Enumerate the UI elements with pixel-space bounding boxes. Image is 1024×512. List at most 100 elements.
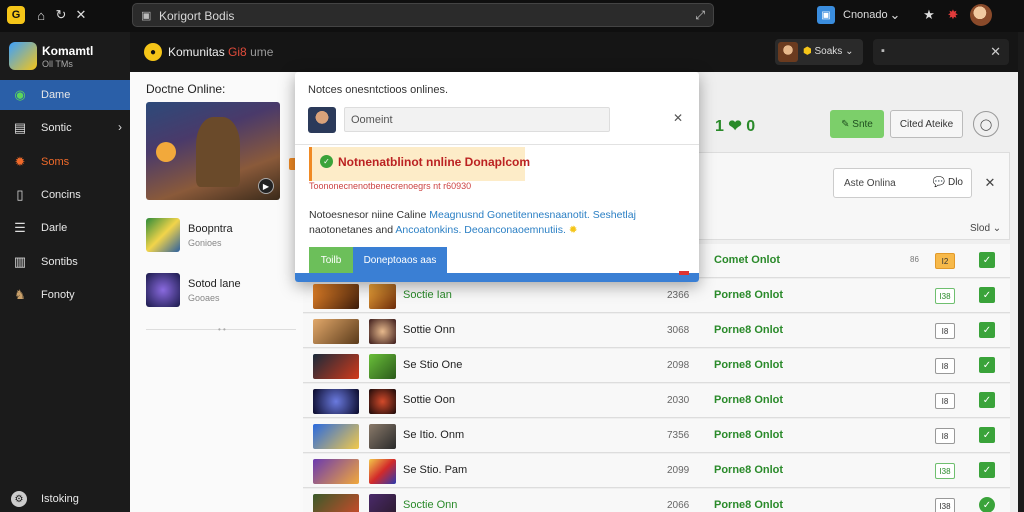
table-row[interactable]: Se Itio. Onm 7356 Porne8 Onlot I8 ✓	[303, 419, 1010, 453]
row-thumbnail	[313, 284, 359, 309]
featured-game-image[interactable]: ▶	[146, 102, 280, 200]
row-status: Porne8 Onlot	[714, 394, 784, 406]
scrollbar[interactable]	[1018, 32, 1024, 512]
row-status: Porne8 Onlot	[714, 464, 784, 476]
header-search[interactable]: ▪ ✕	[873, 39, 1009, 65]
extension-label[interactable]: Cnonado	[843, 9, 888, 21]
row-name: Se Stio. Pam	[403, 464, 468, 476]
more-dots: • •	[218, 325, 226, 334]
hero-character	[196, 117, 240, 187]
hero-glow	[156, 142, 176, 162]
user-icon: ▪	[881, 45, 885, 57]
primary-action-button[interactable]: ✎ Snte	[830, 110, 884, 138]
divider	[295, 144, 699, 145]
close-icon[interactable]: ✕	[673, 111, 683, 125]
chevron-right-icon: ›	[118, 120, 122, 134]
checkbox-checked[interactable]: ✓	[979, 322, 995, 338]
score-display: 1 ❤ 0	[715, 118, 756, 135]
checkbox-checked[interactable]: ✓	[979, 252, 995, 268]
row-year: 2030	[667, 395, 690, 406]
left-panel: Doctne Online: ▶ Boopntra Gonioes Sotod …	[130, 72, 303, 512]
row-tag: I38	[935, 463, 955, 479]
checkbox-checked[interactable]: ✓	[979, 287, 995, 303]
star-icon[interactable]: ★	[920, 6, 938, 24]
row-thumbnail	[313, 459, 359, 484]
list-item-title: Sotod lane	[188, 278, 241, 290]
checkbox-checked[interactable]: ✓	[979, 357, 995, 373]
row-year: 7356	[667, 430, 690, 441]
list-icon: ☰	[14, 220, 26, 235]
sort-dropdown[interactable]: Slod ⌄	[970, 223, 1001, 234]
chevron-down-icon[interactable]: ⌄	[886, 6, 904, 24]
refresh-icon[interactable]: ↻	[52, 6, 70, 24]
row-icon	[369, 389, 396, 414]
table-row[interactable]: Se Stio One 2098 Porne8 Onlot I8 ✓	[303, 349, 1010, 383]
sidebar-item-dame[interactable]: ◉ Dame	[0, 80, 130, 110]
sidebar-item-darle[interactable]: ☰ Darle	[0, 213, 130, 243]
row-icon	[369, 284, 396, 309]
address-text: Korigort Bodis	[159, 9, 235, 23]
row-thumbnail	[313, 424, 359, 449]
address-bar[interactable]: ▣ Korigort Bodis ⤢	[132, 3, 714, 27]
game-thumbnail	[146, 273, 180, 307]
list-item[interactable]: Sotod lane Gooaes	[146, 273, 296, 309]
row-year: 2066	[667, 500, 690, 511]
community-logo-icon: ●	[144, 43, 162, 61]
extension-icon[interactable]: ▣	[817, 6, 835, 24]
alert-title: Notnenatblinot nnline Donaplcom	[338, 155, 530, 169]
user-avatar	[778, 42, 798, 62]
home-icon[interactable]: ⌂	[32, 6, 50, 24]
table-row[interactable]: Sottie Onn 3068 Porne8 Onlot I8 ✓	[303, 314, 1010, 348]
sidebar-item-label: Sontibs	[41, 256, 78, 268]
close-tab-icon[interactable]: ✕	[72, 6, 90, 24]
row-status: Porne8 Onlot	[714, 359, 784, 371]
expand-icon[interactable]: ⤢	[695, 8, 705, 23]
row-name: Sottie Oon	[403, 394, 455, 406]
secondary-action-button[interactable]: Cited Ateike	[890, 110, 963, 138]
row-status: Porne8 Onlot	[714, 289, 784, 301]
table-row[interactable]: Sottie Oon 2030 Porne8 Onlot I8 ✓	[303, 384, 1010, 418]
checkbox-checked[interactable]: ✓	[979, 427, 995, 443]
checkbox-checked[interactable]: ✓	[979, 497, 995, 512]
modal-input[interactable]	[344, 107, 610, 132]
puzzle-icon[interactable]: ✸	[944, 6, 962, 24]
sidebar-item-fonoty[interactable]: ♞ Fonoty	[0, 280, 130, 310]
play-icon[interactable]: ▶	[258, 178, 274, 194]
row-thumbnail	[313, 494, 359, 512]
sidebar-item-label: Darle	[41, 222, 68, 234]
filter-value: 💬 Dlo	[932, 177, 963, 188]
checkbox-checked[interactable]: ✓	[979, 462, 995, 478]
table-row[interactable]: Soctie Onn 2066 Porne8 Onlot I38 ✓	[303, 489, 1010, 512]
sidebar-item-label: Concins	[41, 189, 81, 201]
profile-avatar[interactable]	[970, 4, 992, 26]
sidebar-item-istoking[interactable]: ⚙ Istoking	[0, 484, 130, 512]
close-icon[interactable]: ✕	[990, 44, 1001, 60]
list-item-subtitle: Gooaes	[188, 293, 220, 303]
more-options-icon[interactable]: ◯	[973, 111, 999, 137]
sidebar-item-concins[interactable]: ▯ Concins	[0, 180, 130, 210]
table-row[interactable]: Se Stio. Pam 2099 Porne8 Onlot I38 ✓	[303, 454, 1010, 488]
splash-icon: ✹	[14, 154, 26, 169]
filter-select[interactable]: Aste Onlina 💬 Dlo	[833, 168, 972, 198]
sidebar-item-soms[interactable]: ✹ Soms	[0, 147, 130, 177]
row-name: Sottie Onn	[403, 324, 455, 336]
row-icon	[369, 424, 396, 449]
list-item[interactable]: Boopntra Gonioes	[146, 218, 296, 254]
sun-icon: ✹	[568, 224, 578, 236]
row-tag: I8	[935, 428, 955, 444]
user-label: ⬢ Soaks ⌄	[803, 46, 854, 57]
confirm-button[interactable]: Toilb	[309, 247, 353, 273]
table-row[interactable]: Soctie Ian 2366 Porne8 Onlot I38 ✓	[303, 279, 1010, 313]
character-icon: ♞	[14, 287, 26, 302]
monitor-icon: ▤	[13, 120, 27, 135]
app-logo-icon[interactable]: G	[7, 6, 25, 24]
user-menu[interactable]: ⬢ Soaks ⌄	[775, 39, 863, 65]
row-year: 2366	[667, 290, 690, 301]
row-status: Porne8 Onlot	[714, 324, 784, 336]
sidebar-item-sontibs[interactable]: ▥ Sontibs	[0, 247, 130, 277]
sidebar-item-sontic[interactable]: ▤ Sontic ›	[0, 113, 130, 143]
checkbox-checked[interactable]: ✓	[979, 392, 995, 408]
clear-filter-icon[interactable]: ✕	[977, 169, 1003, 197]
sidebar-item-label: Sontic	[41, 122, 72, 134]
details-button[interactable]: Doneptoaos aas	[353, 247, 447, 273]
